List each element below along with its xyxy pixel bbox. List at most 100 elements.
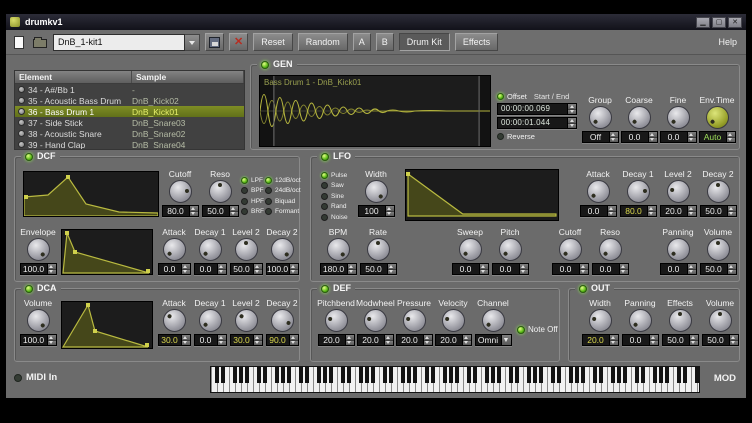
spin-arrows[interactable] xyxy=(462,335,471,345)
spin-arrows[interactable] xyxy=(347,264,356,274)
lfo-width-knob[interactable]: Width100 xyxy=(357,169,395,217)
dcf-types-hpf[interactable]: HPF xyxy=(241,196,264,207)
spin-arrows[interactable] xyxy=(648,132,657,142)
spin-arrows[interactable] xyxy=(253,264,262,274)
def-modwheel-value[interactable]: 20.0 xyxy=(357,334,394,346)
out-volume-knob[interactable]: Volume50.0 xyxy=(701,298,739,346)
dcf-envelope-knob[interactable]: Envelope100.0 xyxy=(19,227,57,275)
lfo-shapes-noise[interactable]: Noise xyxy=(321,212,348,223)
lfo-volume-value[interactable]: 50.0 xyxy=(700,263,737,275)
def-modwheel-knob[interactable]: Modwheel20.0 xyxy=(356,298,394,346)
title-bar[interactable]: drumkv1 ▁ ▢ ✕ xyxy=(6,14,746,30)
new-preset-icon[interactable] xyxy=(11,33,27,51)
spin-arrows[interactable] xyxy=(217,264,226,274)
spin-arrows[interactable] xyxy=(567,104,576,114)
spin-arrows[interactable] xyxy=(345,335,354,345)
out-volume-value[interactable]: 50.0 xyxy=(702,334,739,346)
spin-arrows[interactable] xyxy=(181,264,190,274)
open-preset-icon[interactable] xyxy=(32,33,48,51)
midi-in-indicator[interactable]: MIDI In xyxy=(14,372,57,383)
preset-combo[interactable]: DnB_1-kit1 xyxy=(53,34,200,51)
def-velocity-value[interactable]: 20.0 xyxy=(435,334,472,346)
out-volume-dial[interactable] xyxy=(709,309,732,332)
delete-preset-button[interactable]: ✕ xyxy=(229,33,248,51)
spin-arrows[interactable] xyxy=(609,335,618,345)
lfo-rate-dial[interactable] xyxy=(367,238,390,261)
element-row[interactable]: 39 - Hand ClapDnB_Snare04 xyxy=(15,139,244,150)
out-width-value[interactable]: 20.0 xyxy=(582,334,619,346)
spin-arrows[interactable] xyxy=(649,335,658,345)
out-panning-dial[interactable] xyxy=(629,309,652,332)
lfo-panning-dial[interactable] xyxy=(667,238,690,261)
spin-arrows[interactable] xyxy=(687,264,696,274)
spin-arrows[interactable] xyxy=(385,206,394,216)
spin-arrows[interactable] xyxy=(647,206,656,216)
help-menu[interactable]: Help xyxy=(714,37,741,47)
def-modwheel-dial[interactable] xyxy=(364,309,387,332)
lfo-panning-knob[interactable]: Panning0.0 xyxy=(659,227,697,275)
dcf-decay2-knob[interactable]: Decay 2100.0 xyxy=(265,227,299,275)
spin-arrows[interactable] xyxy=(727,206,736,216)
dca-level2-dial[interactable] xyxy=(235,309,258,332)
lfo-decay2-knob[interactable]: Decay 250.0 xyxy=(699,169,737,217)
dcf-level2-knob[interactable]: Level 250.0 xyxy=(229,227,263,275)
dcf-types-lpf[interactable]: LPF xyxy=(241,175,264,186)
lfo-shapes-rand[interactable]: Rand xyxy=(321,202,348,213)
spin-arrows[interactable] xyxy=(479,264,488,274)
spin-arrows[interactable] xyxy=(47,264,56,274)
gen-group-dial[interactable] xyxy=(589,106,612,129)
spin-arrows[interactable] xyxy=(189,206,198,216)
compare-b-button[interactable]: B xyxy=(376,33,394,51)
lfo-shapes-saw[interactable]: Saw xyxy=(321,181,348,192)
spin-arrows[interactable] xyxy=(217,335,226,345)
close-button[interactable]: ✕ xyxy=(728,17,742,28)
dcf-slopes-biquad[interactable]: Biquad xyxy=(265,196,301,207)
spin-arrows[interactable] xyxy=(181,335,190,345)
spin-arrows[interactable] xyxy=(519,264,528,274)
out-effects-dial[interactable] xyxy=(669,309,692,332)
dca-decay2-dial[interactable] xyxy=(271,309,294,332)
dca-decay2-value[interactable]: 90.0 xyxy=(266,334,299,346)
spin-arrows[interactable] xyxy=(609,132,618,142)
lfo-pitch-dial[interactable] xyxy=(499,238,522,261)
lfo-reso-knob[interactable]: Reso0.0 xyxy=(591,227,629,275)
save-preset-button[interactable] xyxy=(205,33,224,51)
spin-arrows[interactable] xyxy=(387,264,396,274)
dcf-attack-knob[interactable]: Attack0.0 xyxy=(157,227,191,275)
dca-volume-knob[interactable]: Volume100.0 xyxy=(19,298,57,346)
note-off-checkbox[interactable] xyxy=(517,326,525,334)
tab-effects[interactable]: Effects xyxy=(455,33,498,51)
spin-arrows[interactable] xyxy=(253,335,262,345)
dcf-decay1-dial[interactable] xyxy=(199,238,222,261)
def-velocity-knob[interactable]: Velocity20.0 xyxy=(434,298,472,346)
lfo-cutoff-dial[interactable] xyxy=(559,238,582,261)
def-velocity-dial[interactable] xyxy=(442,309,465,332)
dcf-decay2-dial[interactable] xyxy=(271,238,294,261)
spin-arrows[interactable] xyxy=(726,132,735,142)
lfo-level2-value[interactable]: 20.0 xyxy=(660,205,697,217)
lfo-rate-knob[interactable]: Rate50.0 xyxy=(359,227,397,275)
out-effects-knob[interactable]: Effects50.0 xyxy=(661,298,699,346)
column-sample[interactable]: Sample xyxy=(132,71,244,83)
dcf-reso-value[interactable]: 50.0 xyxy=(202,205,239,217)
reset-button[interactable]: Reset xyxy=(253,33,293,51)
lfo-sweep-dial[interactable] xyxy=(459,238,482,261)
dca-decay2-knob[interactable]: Decay 290.0 xyxy=(265,298,299,346)
element-list-header[interactable]: Element Sample xyxy=(15,71,244,84)
spin-arrows[interactable] xyxy=(289,335,298,345)
dcf-slopes-24db-oct[interactable]: 24dB/oct xyxy=(265,186,301,197)
def-led[interactable] xyxy=(321,285,329,293)
lfo-attack-knob[interactable]: Attack0.0 xyxy=(579,169,617,217)
lfo-pitch-knob[interactable]: Pitch0.0 xyxy=(491,227,529,275)
spin-arrows[interactable] xyxy=(729,335,738,345)
gen-coarse-knob[interactable]: Coarse0.0 xyxy=(620,95,658,143)
lfo-decay2-dial[interactable] xyxy=(707,180,730,203)
lfo-led[interactable] xyxy=(321,153,329,161)
out-width-dial[interactable] xyxy=(589,309,612,332)
spin-arrows[interactable] xyxy=(607,206,616,216)
spin-arrows[interactable] xyxy=(567,118,576,128)
mod-label[interactable]: MOD xyxy=(714,373,736,384)
lfo-volume-knob[interactable]: Volume50.0 xyxy=(699,227,737,275)
preset-dropdown-button[interactable] xyxy=(185,34,200,51)
out-effects-value[interactable]: 50.0 xyxy=(662,334,699,346)
